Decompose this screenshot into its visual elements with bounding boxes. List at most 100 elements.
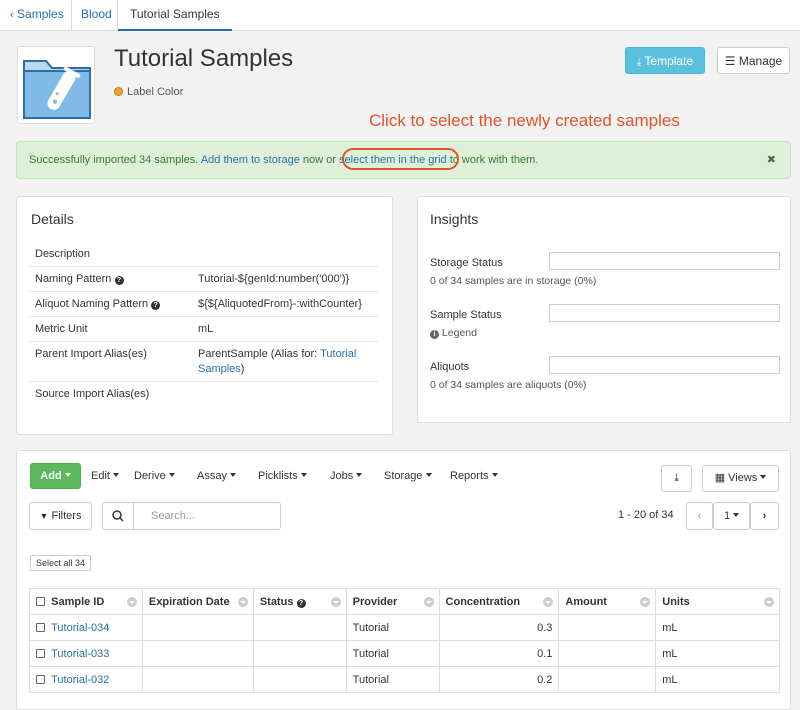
- sample-status-bar[interactable]: [549, 304, 780, 322]
- annotation-highlight-ring: [342, 148, 459, 170]
- help-icon[interactable]: ?: [151, 301, 161, 310]
- column-label: Status: [259, 595, 294, 608]
- page-title: Tutorial Samples: [114, 45, 294, 72]
- cell-provider: Tutorial: [345, 640, 440, 667]
- page-select[interactable]: 1: [713, 502, 750, 530]
- legend-link[interactable]: i Legend: [430, 327, 477, 339]
- column-header-expiration-date[interactable]: Expiration Date: [141, 588, 254, 615]
- details-row: Naming Pattern ? Tutorial-${genId:number…: [29, 267, 378, 292]
- details-row: Parent Import Alias(es) ParentSample (Al…: [29, 342, 378, 382]
- search-input[interactable]: [135, 503, 278, 529]
- menu-storage[interactable]: Storage: [384, 470, 432, 482]
- aliquots-label: Aliquots: [430, 361, 470, 373]
- add-to-storage-link[interactable]: Add them to storage: [201, 154, 300, 166]
- column-header-sample-id[interactable]: Sample ID: [29, 588, 143, 615]
- next-page-button[interactable]: ›: [750, 502, 779, 530]
- paging-count: 1 - 20 of 34: [618, 509, 674, 521]
- column-label: Expiration Date: [148, 595, 230, 608]
- table-row: Tutorial-033 Tutorial 0.1 mL: [29, 640, 780, 667]
- sample-id-link[interactable]: Tutorial-034: [51, 622, 109, 634]
- column-header-status[interactable]: Status ?: [252, 588, 347, 615]
- column-header-units[interactable]: Units: [655, 588, 780, 615]
- chevron-down-icon: [733, 513, 740, 517]
- aliquots-bar[interactable]: [549, 356, 780, 374]
- column-menu-icon[interactable]: [543, 597, 554, 607]
- select-all-button[interactable]: Select all 34: [30, 555, 92, 571]
- menu-edit[interactable]: Edit: [91, 470, 119, 482]
- column-header-amount[interactable]: Amount: [558, 588, 657, 615]
- add-button[interactable]: Add: [30, 463, 81, 489]
- details-row: Description: [29, 242, 378, 267]
- column-menu-icon[interactable]: [126, 597, 137, 607]
- cell-concentration: 0.1: [438, 640, 560, 667]
- export-button[interactable]: ⤓: [661, 465, 692, 492]
- menu-reports[interactable]: Reports: [450, 470, 498, 482]
- menu-jobs[interactable]: Jobs: [330, 470, 363, 482]
- cell-provider: Tutorial: [345, 614, 440, 641]
- template-button-label: Template: [644, 54, 694, 68]
- details-value-text: ParentSample (Alias for:: [198, 348, 321, 360]
- breadcrumb-blood-link[interactable]: Blood: [72, 0, 118, 31]
- add-button-label: Add: [40, 470, 62, 482]
- cell-status: [252, 614, 347, 641]
- column-menu-icon[interactable]: [640, 597, 651, 607]
- download-icon: ⤓: [674, 472, 679, 484]
- sample-id-link[interactable]: Tutorial-032: [51, 674, 109, 686]
- back-to-samples-link[interactable]: ‹ Samples: [0, 0, 72, 31]
- views-button[interactable]: ▦ Views: [702, 465, 779, 492]
- template-button[interactable]: ⤓ Template: [625, 47, 705, 74]
- chevron-right-icon: ›: [762, 510, 767, 522]
- column-menu-icon[interactable]: [423, 597, 434, 607]
- details-label: Parent Import Alias(es): [35, 348, 147, 360]
- filters-button[interactable]: ▼ Filters: [29, 502, 92, 530]
- row-checkbox[interactable]: [36, 674, 45, 684]
- alert-prefix: Successfully imported 34 samples.: [29, 154, 201, 166]
- menu-picklists[interactable]: Picklists: [258, 470, 307, 482]
- insights-title: Insights: [430, 211, 479, 227]
- alert-suffix: to work with them.: [446, 154, 539, 166]
- details-value: ParentSample (Alias for: Tutorial Sample…: [198, 347, 378, 377]
- details-row: Metric Unit mL: [29, 317, 378, 342]
- storage-status-bar[interactable]: [549, 252, 780, 270]
- legend-label: Legend: [441, 327, 477, 339]
- menu-label: Picklists: [258, 470, 298, 482]
- previous-page-button[interactable]: ‹: [686, 502, 713, 530]
- sample-id-link[interactable]: Tutorial-033: [51, 648, 109, 660]
- row-checkbox[interactable]: [36, 622, 45, 632]
- details-value: Tutorial-${genId:number('000')}: [198, 273, 350, 285]
- cell-concentration: 0.3: [438, 614, 560, 641]
- aliquots-text: 0 of 34 samples are aliquots (0%): [430, 379, 587, 391]
- top-nav: ‹ Samples Blood Tutorial Samples: [0, 0, 800, 31]
- details-label-text: Aliquot Naming Pattern: [35, 298, 149, 310]
- details-label: Description: [35, 248, 91, 260]
- close-icon[interactable]: ✖: [767, 142, 776, 178]
- cell-units: mL: [655, 614, 780, 641]
- label-color: Label Color: [114, 86, 183, 98]
- page-number: 1: [723, 510, 731, 522]
- column-menu-icon[interactable]: [764, 597, 774, 607]
- cell-amount: [558, 614, 657, 641]
- cell-expiration: [141, 640, 254, 667]
- menu-assay[interactable]: Assay: [197, 470, 236, 482]
- magnifier-icon: [112, 510, 124, 522]
- column-header-provider[interactable]: Provider: [345, 588, 440, 615]
- column-header-concentration[interactable]: Concentration: [438, 588, 560, 615]
- help-icon[interactable]: ?: [296, 598, 306, 608]
- cell-expiration: [141, 614, 254, 641]
- breadcrumb-current: Tutorial Samples: [118, 0, 232, 31]
- column-menu-icon[interactable]: [237, 597, 248, 607]
- help-icon[interactable]: ?: [114, 276, 124, 285]
- manage-button[interactable]: ☰ Manage: [717, 47, 790, 74]
- details-value: ${${AliquotedFrom}-:withCounter}: [198, 298, 362, 310]
- folder-test-tube-icon: [23, 60, 91, 119]
- cell-amount: [558, 666, 657, 693]
- column-label: Units: [662, 595, 690, 608]
- menu-derive[interactable]: Derive: [134, 470, 175, 482]
- details-label-text: Naming Pattern: [35, 273, 112, 285]
- column-label: Sample ID: [51, 595, 105, 608]
- column-menu-icon[interactable]: [330, 597, 341, 607]
- search-icon[interactable]: [103, 503, 134, 529]
- row-checkbox[interactable]: [36, 648, 45, 658]
- details-label: Source Import Alias(es): [35, 388, 150, 400]
- select-all-checkbox[interactable]: [36, 596, 45, 606]
